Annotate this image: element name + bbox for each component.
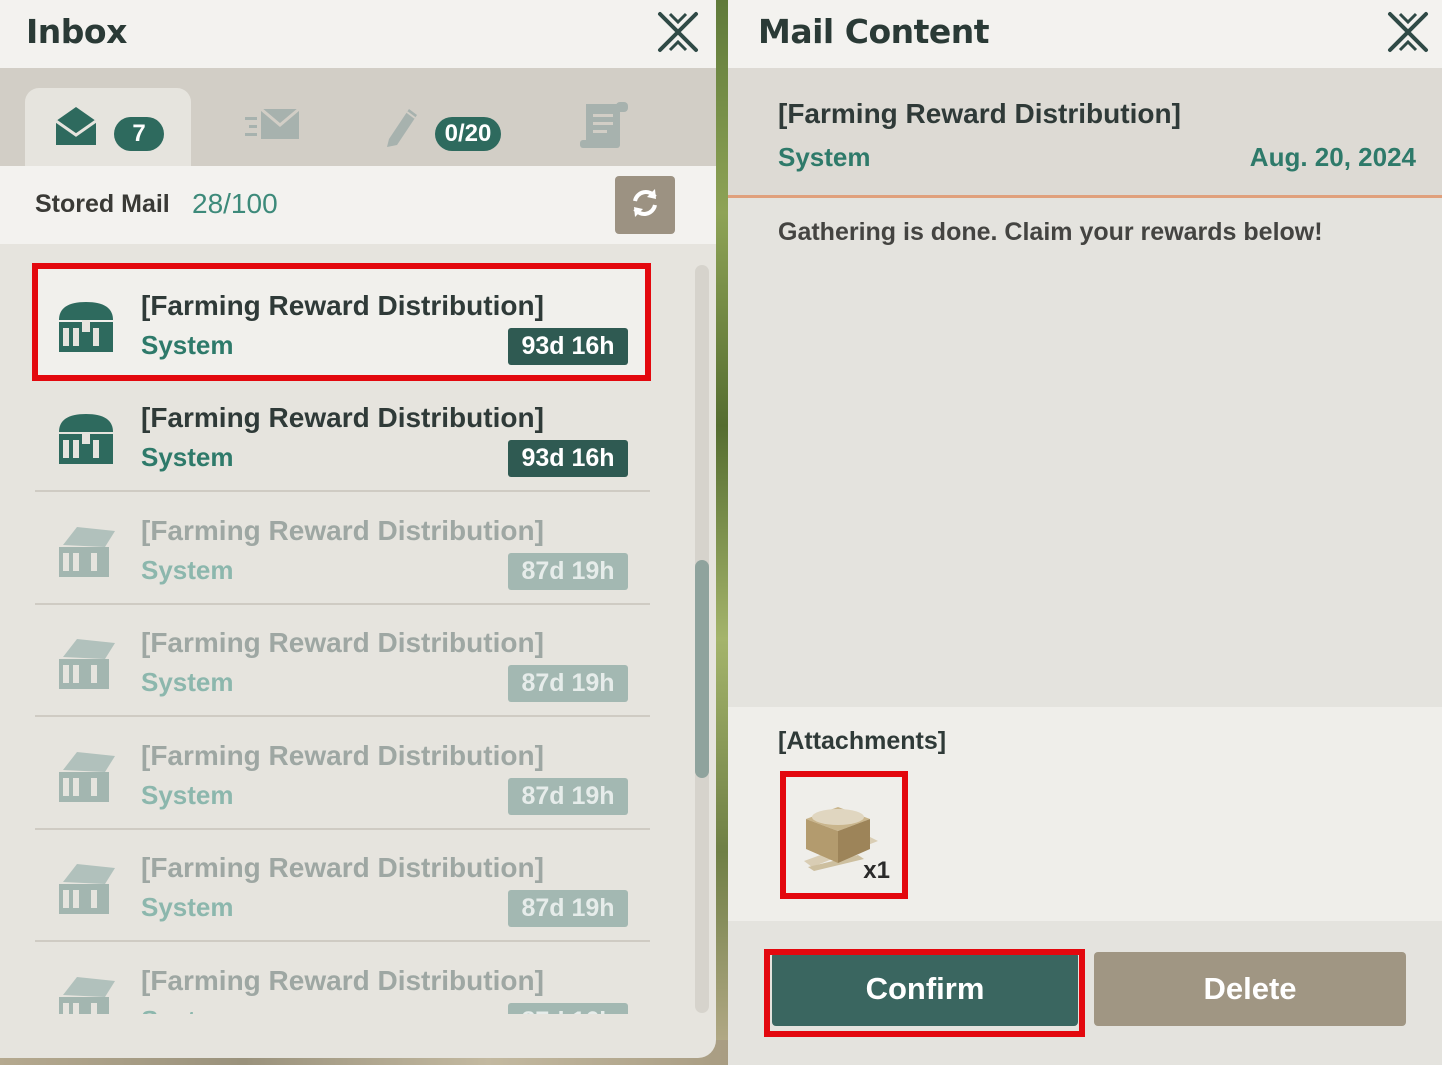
mail-content-title: Mail Content bbox=[758, 12, 990, 51]
mail-list-item[interactable]: [Farming Reward Distribution] System 87d… bbox=[35, 493, 650, 605]
refresh-icon bbox=[627, 185, 663, 225]
mail-list-item[interactable]: [Farming Reward Distribution] System 87d… bbox=[35, 943, 650, 1014]
mail-body: Gathering is done. Claim your rewards be… bbox=[778, 218, 1323, 246]
inbox-tabbar: 7 0/20 bbox=[0, 68, 716, 166]
mail-list: [Farming Reward Distribution] System 93d… bbox=[0, 262, 690, 1014]
attachments-section: [Attachments] x1 bbox=[728, 707, 1442, 921]
chest-closed-icon bbox=[53, 410, 119, 468]
tab-compose[interactable]: 0/20 bbox=[358, 88, 524, 166]
mail-expiry-badge: 87d 16h bbox=[508, 1003, 628, 1014]
mail-open-icon bbox=[52, 103, 100, 151]
mail-sender: System bbox=[141, 780, 234, 810]
mail-content-header: Mail Content bbox=[728, 0, 1442, 68]
mail-sender: System bbox=[141, 555, 234, 585]
mail-sender: System bbox=[141, 892, 234, 922]
attachments-label: [Attachments] bbox=[778, 727, 947, 755]
inbox-panel: Inbox 7 0/20 Stored Mail 28/100 [Farming… bbox=[0, 0, 716, 1058]
mail-expiry-badge: 87d 19h bbox=[508, 890, 628, 927]
mail-expiry-badge: 93d 16h bbox=[508, 440, 628, 477]
mail-list-item[interactable]: [Farming Reward Distribution] System 93d… bbox=[35, 268, 650, 380]
scroll-icon bbox=[576, 100, 630, 154]
mail-title: [Farming Reward Distribution] bbox=[141, 515, 544, 546]
mail-expiry-badge: 87d 19h bbox=[508, 553, 628, 590]
mail-content-panel: Mail Content [Farming Reward Distributio… bbox=[728, 0, 1442, 1065]
stored-mail-row: Stored Mail 28/100 bbox=[0, 166, 716, 244]
inbox-title: Inbox bbox=[26, 12, 127, 51]
chest-open-icon bbox=[53, 860, 119, 918]
refresh-button[interactable] bbox=[615, 176, 675, 234]
mail-subject: [Farming Reward Distribution] bbox=[778, 98, 1181, 129]
scrollbar-thumb[interactable] bbox=[695, 560, 709, 778]
mail-title: [Farming Reward Distribution] bbox=[141, 852, 544, 883]
tab-log[interactable] bbox=[520, 88, 686, 166]
attachment-item[interactable]: x1 bbox=[786, 777, 898, 891]
pencil-icon bbox=[381, 103, 421, 151]
delete-button[interactable]: Delete bbox=[1094, 952, 1406, 1026]
send-mail-icon bbox=[243, 105, 303, 149]
mail-list-item[interactable]: [Farming Reward Distribution] System 87d… bbox=[35, 605, 650, 717]
mail-content-close-icon[interactable] bbox=[1386, 10, 1430, 54]
stored-mail-label: Stored Mail bbox=[35, 190, 170, 218]
mail-title: [Farming Reward Distribution] bbox=[141, 965, 544, 996]
mail-sender: System bbox=[141, 442, 234, 472]
attachment-quantity: x1 bbox=[863, 857, 890, 884]
confirm-button[interactable]: Confirm bbox=[772, 952, 1078, 1026]
mail-list-item[interactable]: [Farming Reward Distribution] System 93d… bbox=[35, 380, 650, 492]
chest-open-icon bbox=[53, 635, 119, 693]
mail-title: [Farming Reward Distribution] bbox=[141, 402, 544, 433]
inbox-header: Inbox bbox=[0, 0, 716, 68]
mail-sender: System bbox=[141, 667, 234, 697]
mail-list-item[interactable]: [Farming Reward Distribution] System 87d… bbox=[35, 718, 650, 830]
chest-closed-icon bbox=[53, 298, 119, 356]
tab-received[interactable]: 7 bbox=[25, 88, 191, 166]
tab-compose-badge: 0/20 bbox=[434, 117, 502, 151]
mail-list-scrollbar[interactable] bbox=[695, 265, 709, 1013]
chest-open-icon bbox=[53, 523, 119, 581]
mail-sender: System bbox=[141, 330, 234, 360]
inbox-close-icon[interactable] bbox=[656, 10, 700, 54]
mail-sender: System bbox=[141, 1005, 234, 1014]
mail-date: Aug. 20, 2024 bbox=[1249, 142, 1416, 172]
tab-received-badge: 7 bbox=[114, 117, 164, 151]
chest-open-icon bbox=[53, 973, 119, 1014]
mail-expiry-badge: 87d 19h bbox=[508, 665, 628, 702]
stored-mail-count: 28/100 bbox=[192, 188, 278, 219]
mail-title: [Farming Reward Distribution] bbox=[141, 627, 544, 658]
chest-open-icon bbox=[53, 748, 119, 806]
mail-title: [Farming Reward Distribution] bbox=[141, 290, 544, 321]
mail-title: [Farming Reward Distribution] bbox=[141, 740, 544, 771]
mail-detail-header: [Farming Reward Distribution] System Aug… bbox=[728, 68, 1442, 198]
tab-sent[interactable] bbox=[190, 88, 356, 166]
mail-expiry-badge: 87d 19h bbox=[508, 778, 628, 815]
mail-detail-sender: System bbox=[778, 142, 871, 172]
mail-list-item[interactable]: [Farming Reward Distribution] System 87d… bbox=[35, 830, 650, 942]
mail-expiry-badge: 93d 16h bbox=[508, 328, 628, 365]
